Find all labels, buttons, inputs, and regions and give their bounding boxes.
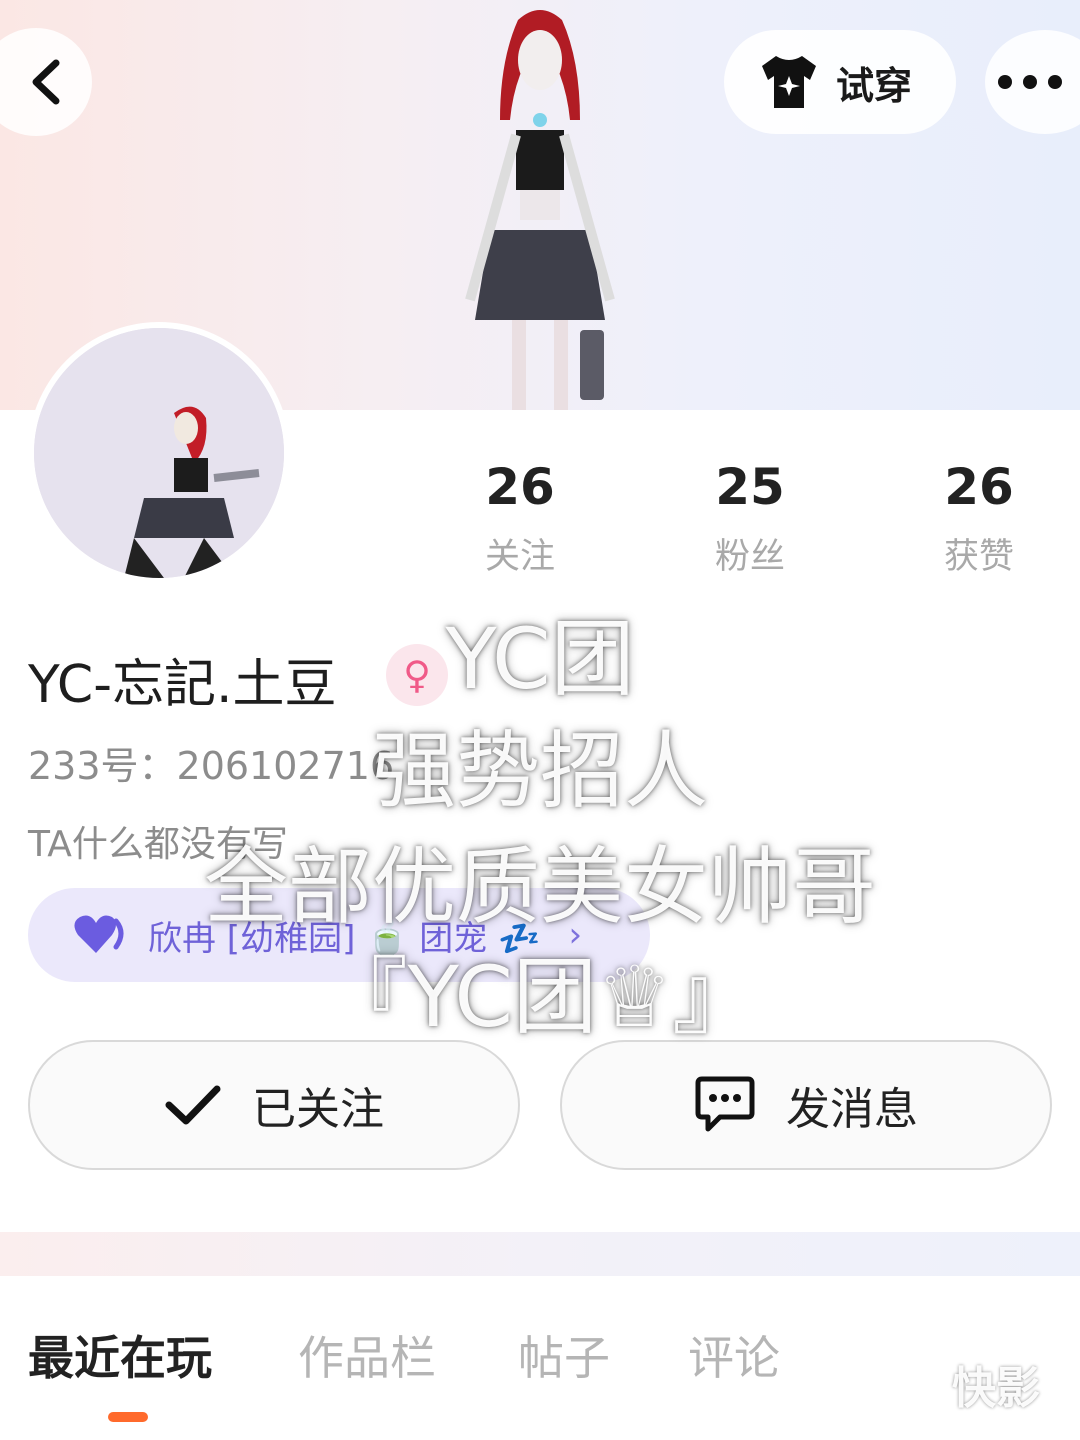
send-message-button[interactable]: 发消息 [560, 1040, 1052, 1170]
tab-recently-played[interactable]: 最近在玩 [28, 1322, 212, 1388]
stat-likes-value: 26 [944, 458, 1014, 516]
user-bio: TA什么都没有写 [28, 824, 288, 865]
avatar-figure [34, 328, 284, 578]
stat-likes-label: 获赞 [943, 537, 1014, 577]
send-message-label: 发消息 [786, 1084, 918, 1135]
kuaiying-watermark: 快影 [872, 1352, 1040, 1416]
user-id: 233号：206102716 [28, 744, 395, 788]
username: YC-忘記.土豆 [28, 655, 337, 715]
guild-badge[interactable]: 欣冉 [幼稚园] 🍵 团宠 💤 › [28, 888, 650, 982]
chevron-left-icon [32, 59, 60, 105]
try-on-button[interactable]: 试穿 [724, 30, 956, 134]
female-icon: ♀ [386, 644, 448, 706]
stat-following-label: 关注 [484, 537, 555, 577]
tshirt-icon [762, 56, 816, 108]
chat-bubble-icon [695, 1076, 755, 1132]
chevron-right-icon: › [568, 915, 583, 955]
following-button[interactable]: 已关注 [28, 1040, 520, 1170]
tab-indicator [108, 1412, 148, 1422]
stat-fans-value: 25 [715, 458, 785, 516]
stat-likes[interactable]: 26 获赞 [899, 458, 1059, 579]
stat-following[interactable]: 26 关注 [440, 458, 600, 579]
tab-posts[interactable]: 帖子 [518, 1322, 610, 1388]
stat-fans[interactable]: 25 粉丝 [670, 458, 830, 579]
try-on-label: 试穿 [836, 63, 913, 108]
watermark-label: 快影 [952, 1363, 1040, 1414]
check-icon [165, 1085, 221, 1125]
tab-works[interactable]: 作品栏 [298, 1322, 436, 1388]
section-divider [0, 1232, 1080, 1276]
heart-icon [74, 915, 124, 953]
camera-logo-icon [872, 1361, 938, 1407]
avatar[interactable] [28, 322, 290, 584]
more-dots-icon [998, 75, 1062, 89]
guild-label: 欣冉 [幼稚园] 🍵 团宠 💤 [148, 918, 541, 959]
stat-fans-label: 粉丝 [714, 537, 785, 577]
avatar-3d-figure [465, 10, 615, 410]
following-label: 已关注 [252, 1084, 384, 1135]
tab-comments[interactable]: 评论 [688, 1322, 780, 1388]
stat-following-value: 26 [485, 458, 555, 516]
